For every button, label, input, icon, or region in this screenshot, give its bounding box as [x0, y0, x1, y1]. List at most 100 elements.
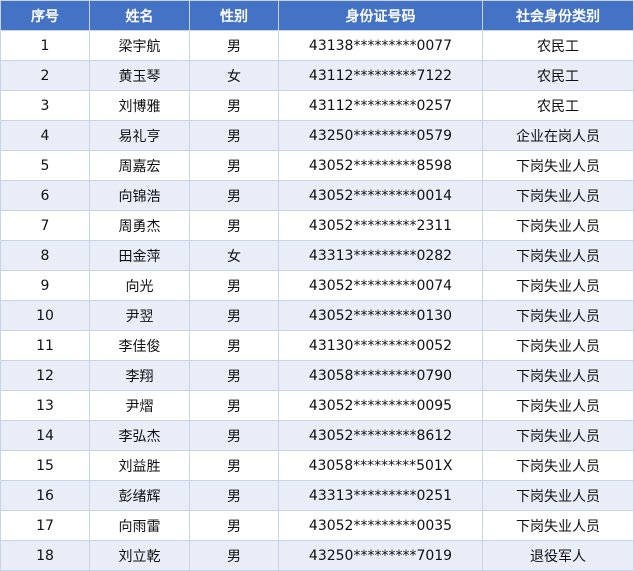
cell-social-category: 下岗失业人员: [482, 210, 634, 241]
cell-social-category: 农民工: [482, 30, 634, 61]
cell-gender: 女: [189, 60, 279, 91]
cell-index: 11: [0, 330, 90, 361]
table-row: 1 梁宇航男 43138*********0077 农民工: [0, 30, 634, 61]
cell-social-category: 农民工: [482, 60, 634, 91]
cell-index: 17: [0, 510, 90, 541]
cell-social-category: 下岗失业人员: [482, 390, 634, 421]
cell-index: 10: [0, 300, 90, 331]
header-gender: 性别: [189, 0, 279, 31]
cell-name: 向雨雷: [89, 510, 190, 541]
cell-name: 刘益胜: [89, 450, 190, 481]
cell-index: 8: [0, 240, 90, 271]
cell-social-category: 下岗失业人员: [482, 330, 634, 361]
cell-gender: 女: [189, 240, 279, 271]
cell-id-number: 43058*********0790: [278, 360, 483, 391]
cell-index: 15: [0, 450, 90, 481]
cell-name: 彭绪辉: [89, 480, 190, 511]
cell-id-number: 43313*********0251: [278, 480, 483, 511]
cell-name: 田金萍: [89, 240, 190, 271]
table-row: 15 刘益胜男 43058*********501X 下岗失业人员: [0, 450, 634, 481]
cell-gender: 男: [189, 30, 279, 61]
cell-id-number: 43112*********0257: [278, 90, 483, 121]
cell-social-category: 下岗失业人员: [482, 510, 634, 541]
table-row: 4 易礼亨男 43250*********0579 企业在岗人员: [0, 120, 634, 151]
cell-id-number: 43052*********0035: [278, 510, 483, 541]
cell-social-category: 下岗失业人员: [482, 480, 634, 511]
cell-id-number: 43052*********0014: [278, 180, 483, 211]
cell-name: 尹翌: [89, 300, 190, 331]
cell-gender: 男: [189, 90, 279, 121]
table-body: 1 梁宇航男 43138*********0077 农民工 2 黄玉琴女 43112****…: [0, 30, 634, 571]
cell-gender: 男: [189, 330, 279, 361]
cell-index: 3: [0, 90, 90, 121]
cell-index: 1: [0, 30, 90, 61]
cell-social-category: 下岗失业人员: [482, 180, 634, 211]
roster-table: 序号 姓名 性别 身份证号码 社会身份类别 1 梁宇航男 43138********…: [0, 0, 634, 571]
table-row: 16 彭绪辉男 43313*********0251 下岗失业人员: [0, 480, 634, 511]
table-row: 12 李翔男 43058*********0790 下岗失业人员: [0, 360, 634, 391]
header-name: 姓名: [89, 0, 190, 31]
cell-name: 李佳俊: [89, 330, 190, 361]
cell-index: 5: [0, 150, 90, 181]
cell-name: 易礼亨: [89, 120, 190, 151]
cell-social-category: 下岗失业人员: [482, 420, 634, 451]
cell-index: 7: [0, 210, 90, 241]
cell-name: 黄玉琴: [89, 60, 190, 91]
cell-name: 周勇杰: [89, 210, 190, 241]
cell-gender: 男: [189, 300, 279, 331]
table-row: 2 黄玉琴女 43112*********7122 农民工: [0, 60, 634, 91]
cell-social-category: 下岗失业人员: [482, 450, 634, 481]
table-row: 17 向雨雷男 43052*********0035 下岗失业人员: [0, 510, 634, 541]
table-header: 序号 姓名 性别 身份证号码 社会身份类别: [0, 0, 634, 31]
table-row: 9 向光男 43052*********0074 下岗失业人员: [0, 270, 634, 301]
cell-name: 向光: [89, 270, 190, 301]
cell-social-category: 下岗失业人员: [482, 300, 634, 331]
table-row: 18 刘立乾男 43250*********7019 退役军人: [0, 540, 634, 571]
cell-id-number: 43250*********7019: [278, 540, 483, 571]
cell-id-number: 43052*********2311: [278, 210, 483, 241]
cell-id-number: 43052*********8612: [278, 420, 483, 451]
table-row: 8 田金萍女 43313*********0282 下岗失业人员: [0, 240, 634, 271]
cell-gender: 男: [189, 420, 279, 451]
cell-social-category: 下岗失业人员: [482, 150, 634, 181]
cell-name: 向锦浩: [89, 180, 190, 211]
cell-social-category: 下岗失业人员: [482, 360, 634, 391]
cell-index: 6: [0, 180, 90, 211]
cell-id-number: 43052*********8598: [278, 150, 483, 181]
header-id-number: 身份证号码: [278, 0, 483, 31]
cell-index: 9: [0, 270, 90, 301]
cell-social-category: 农民工: [482, 90, 634, 121]
cell-name: 刘博雅: [89, 90, 190, 121]
cell-name: 尹熠: [89, 390, 190, 421]
cell-name: 李弘杰: [89, 420, 190, 451]
cell-index: 2: [0, 60, 90, 91]
cell-index: 18: [0, 540, 90, 571]
cell-index: 14: [0, 420, 90, 451]
cell-id-number: 43052*********0130: [278, 300, 483, 331]
cell-social-category: 下岗失业人员: [482, 270, 634, 301]
cell-gender: 男: [189, 270, 279, 301]
cell-gender: 男: [189, 540, 279, 571]
cell-social-category: 下岗失业人员: [482, 240, 634, 271]
cell-index: 4: [0, 120, 90, 151]
table-row: 10 尹翌男 43052*********0130 下岗失业人员: [0, 300, 634, 331]
cell-id-number: 43058*********501X: [278, 450, 483, 481]
cell-gender: 男: [189, 480, 279, 511]
cell-name: 刘立乾: [89, 540, 190, 571]
cell-gender: 男: [189, 210, 279, 241]
table-row: 11 李佳俊男 43130*********0052 下岗失业人员: [0, 330, 634, 361]
cell-id-number: 43052*********0095: [278, 390, 483, 421]
cell-name: 李翔: [89, 360, 190, 391]
cell-gender: 男: [189, 150, 279, 181]
table-row: 7 周勇杰男 43052*********2311 下岗失业人员: [0, 210, 634, 241]
cell-social-category: 企业在岗人员: [482, 120, 634, 151]
table-row: 14 李弘杰男 43052*********8612 下岗失业人员: [0, 420, 634, 451]
cell-social-category: 退役军人: [482, 540, 634, 571]
cell-gender: 男: [189, 360, 279, 391]
cell-index: 12: [0, 360, 90, 391]
table-row: 13 尹熠男 43052*********0095 下岗失业人员: [0, 390, 634, 421]
cell-gender: 男: [189, 120, 279, 151]
cell-gender: 男: [189, 390, 279, 421]
cell-id-number: 43052*********0074: [278, 270, 483, 301]
table-row: 3 刘博雅男 43112*********0257 农民工: [0, 90, 634, 121]
